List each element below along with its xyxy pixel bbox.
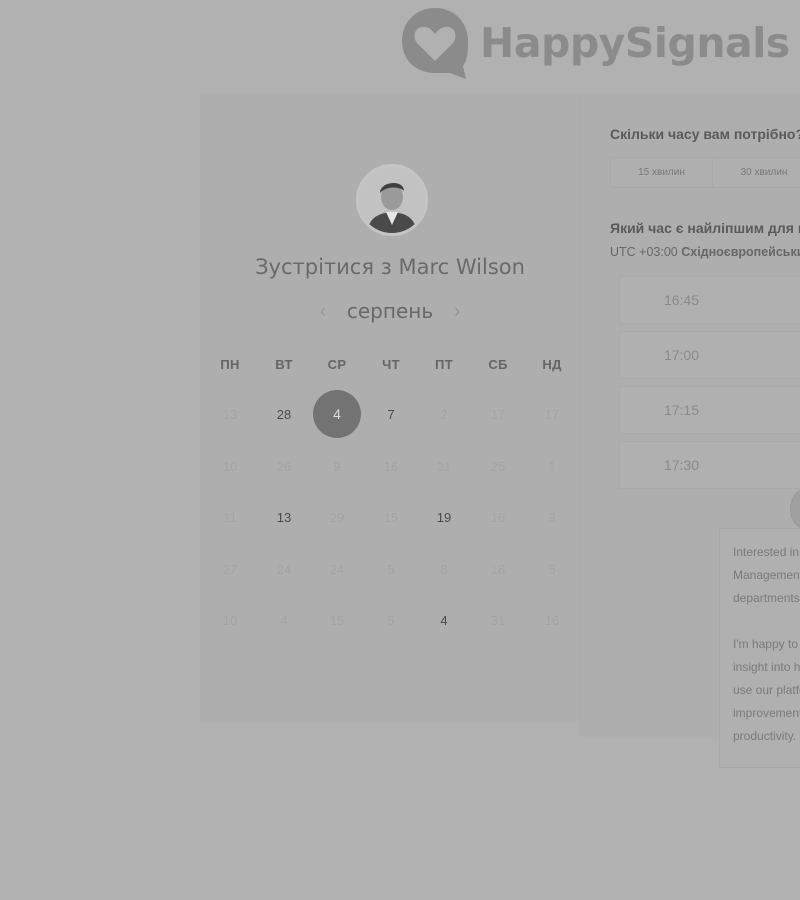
host-title: Зустрітися з Marc Wilson [255, 255, 525, 279]
info-line: productivity. [733, 729, 797, 743]
time-slot-label: 17:15 [663, 402, 700, 418]
calendar-day: 3 [548, 509, 556, 525]
calendar-day: 18 [490, 561, 506, 577]
calendar-day: 1 [548, 458, 556, 474]
calendar-day: 31 [436, 458, 452, 474]
calendar-day: 10 [222, 458, 238, 474]
calendar-day: 15 [329, 612, 345, 628]
calendar-day-available[interactable]: 13 [264, 497, 304, 537]
duration-question: Скільки часу вам потрібно? [610, 126, 800, 142]
calendar-day: 15 [383, 509, 399, 525]
scheduler-calendar-card: Зустрітися з Marc Wilson ‹ серпень › ПН В… [202, 95, 578, 720]
time-slot[interactable]: 17:15 [619, 386, 800, 434]
calendar-day-selected[interactable]: 4 [313, 390, 361, 438]
chevron-left-icon[interactable]: ‹ [313, 298, 333, 324]
duration-option-15[interactable]: 15 хвилин [610, 157, 713, 188]
time-slot-label: 17:30 [663, 457, 700, 473]
calendar-day: 17 [490, 406, 506, 422]
time-question: Який час є найліпшим для вас? [610, 220, 800, 236]
month-navigation: ‹ серпень › [202, 298, 578, 324]
calendar-day: 26 [276, 458, 292, 474]
calendar-day: 5 [548, 561, 556, 577]
person-photo-icon [359, 167, 425, 233]
time-slot[interactable]: 16:45 [619, 276, 800, 324]
info-line: departments measure and improve experien… [733, 591, 800, 605]
weekday-label: СР [327, 357, 347, 372]
info-paragraph-1: Interested in HappySignals IT Experience… [733, 541, 800, 610]
calendar-day: 11 [223, 509, 237, 525]
info-line: Management? I can show you how IT [733, 568, 800, 582]
calendar-day: 9 [333, 458, 341, 474]
time-slot[interactable]: 17:30 [619, 441, 800, 489]
info-line: I'm happy to give you a demo and deeper [733, 637, 800, 651]
chevron-right-icon[interactable]: › [447, 298, 467, 324]
timezone-offset: UTC +03:00 [610, 245, 678, 259]
calendar-day: 27 [222, 561, 238, 577]
calendar-day: 16 [383, 458, 399, 474]
brand-name: HappySignals [480, 19, 790, 67]
weekday-label: СБ [488, 357, 508, 372]
weekday-label: ПТ [435, 357, 453, 372]
weekday-label: ПН [220, 357, 240, 372]
duration-option-30[interactable]: 30 хвилин [713, 157, 800, 188]
calendar-day: 16 [544, 612, 560, 628]
speech-heart-icon [402, 8, 468, 79]
calendar-day: 4 [280, 612, 288, 628]
calendar-day: 17 [544, 406, 560, 422]
month-label: серпень [346, 299, 434, 323]
duration-options: 15 хвилин 30 хвилин [610, 157, 800, 188]
calendar-day-available[interactable]: 19 [424, 497, 464, 537]
calendar-day-available[interactable]: 28 [264, 394, 304, 434]
info-line: Interested in HappySignals IT Experience [733, 545, 800, 559]
info-line: insight into how our customers [733, 660, 800, 674]
calendar-day: 5 [387, 561, 395, 577]
brand-logo: HappySignals [400, 5, 790, 81]
calendar-day: 24 [276, 561, 292, 577]
timezone-label[interactable]: UTC +03:00 Східноєвропейський час [610, 245, 800, 259]
time-slot[interactable]: 17:00 [619, 331, 800, 379]
time-slot-label: 16:45 [663, 292, 700, 308]
calendar-day: 8 [440, 561, 448, 577]
calendar-day: 31 [490, 612, 506, 628]
host-info-popup: Interested in HappySignals IT Experience… [719, 528, 800, 768]
calendar-day-available[interactable]: 7 [371, 394, 411, 434]
weekday-label: НД [542, 357, 562, 372]
info-paragraph-2: I'm happy to give you a demo and deeper … [733, 633, 800, 748]
calendar-day: 13 [222, 406, 238, 422]
calendar-day: 2 [440, 406, 448, 422]
time-slot-label: 17:00 [663, 347, 700, 363]
calendar-day: 10 [222, 612, 238, 628]
host-popup-avatar [790, 489, 800, 529]
timezone-name: Східноєвропейський час [681, 245, 800, 259]
host-avatar [356, 164, 428, 236]
calendar-day: 5 [387, 612, 395, 628]
calendar-day-available[interactable]: 4 [424, 600, 464, 640]
info-line: use our platform for continual [733, 683, 800, 697]
calendar-day: 16 [490, 509, 506, 525]
weekday-label: ЧТ [382, 357, 400, 372]
calendar-day: 24 [329, 561, 345, 577]
weekday-label: ВТ [275, 357, 293, 372]
calendar-day: 25 [490, 458, 506, 474]
info-line: improvement, end-user happiness and [733, 706, 800, 720]
calendar-day: 29 [329, 509, 345, 525]
